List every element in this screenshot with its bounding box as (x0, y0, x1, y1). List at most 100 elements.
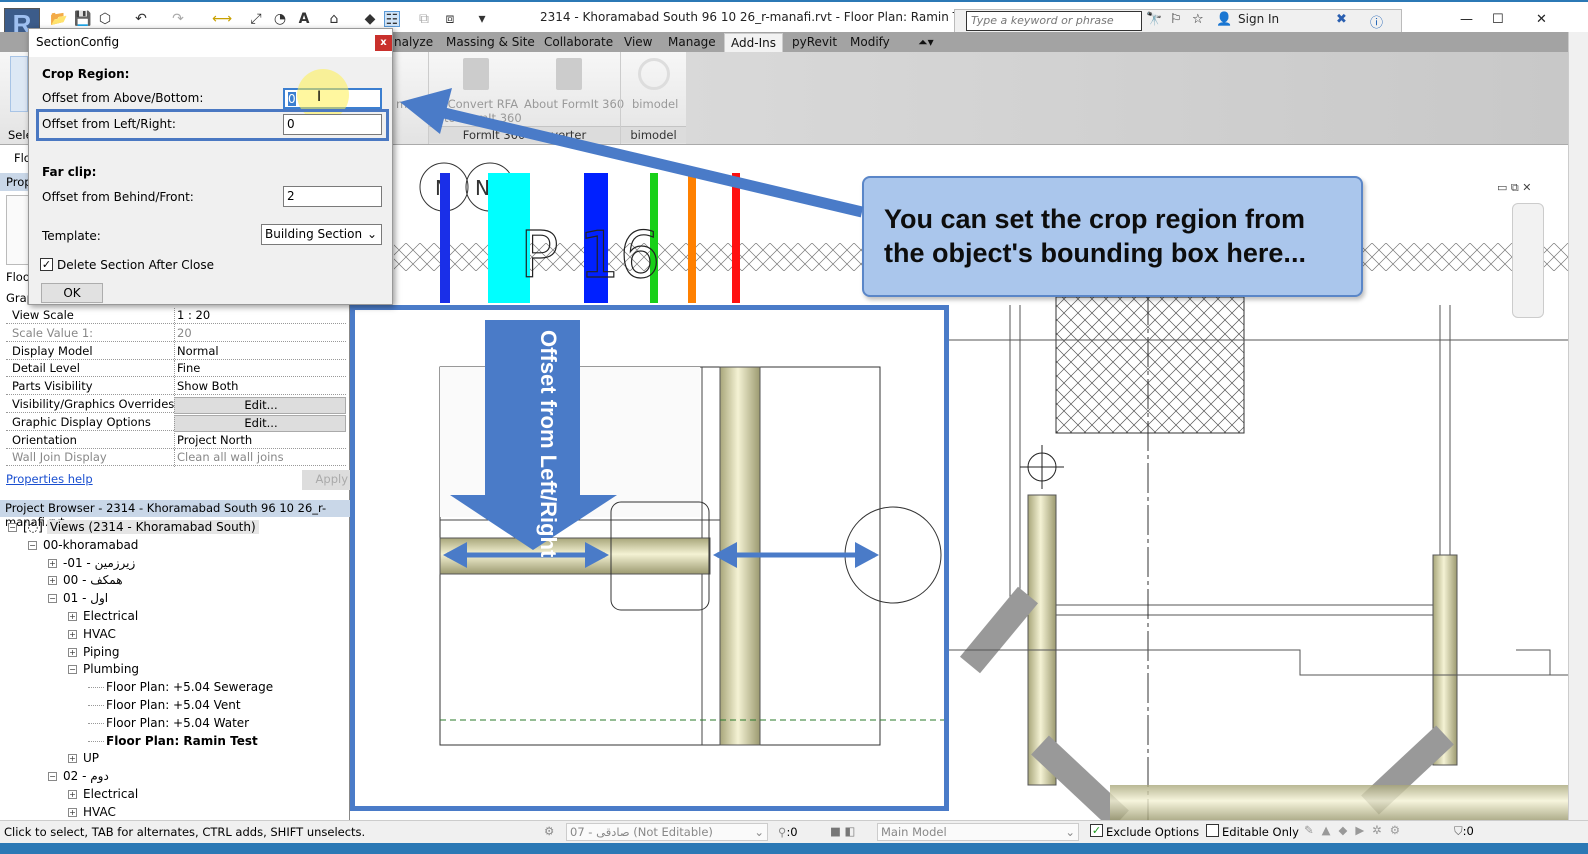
expand-icon[interactable]: + (68, 754, 77, 764)
redo-icon[interactable]: ↷ (170, 11, 186, 27)
tab-add-ins[interactable]: Add-Ins (724, 33, 783, 52)
thin-lines-icon[interactable]: ☷ (384, 11, 400, 28)
tree-item[interactable]: − Plumbing (68, 662, 139, 676)
worksets-icon[interactable]: ⚙ (544, 824, 554, 838)
partial-button-label[interactable]: ment (396, 97, 426, 111)
customize-qat-icon[interactable]: ▾ (474, 11, 490, 27)
tree-item[interactable]: + Piping (68, 645, 119, 659)
open-icon[interactable]: 📂 (50, 11, 67, 27)
tree-item[interactable]: +00 - همکف (48, 573, 123, 587)
tab-collaborate[interactable]: Collaborate (544, 35, 613, 49)
edit-button[interactable]: Edit... (174, 414, 346, 432)
offset-behind-front-label: Offset from Behind/Front: (42, 190, 194, 204)
type-selector-fragment[interactable]: Floo (6, 270, 30, 284)
tree-item[interactable]: + -01 - زیرزمین (48, 556, 135, 570)
design-options-icon[interactable]: ■ ◧ (830, 824, 855, 838)
navigation-bar[interactable] (1512, 203, 1544, 318)
collapse-icon[interactable]: − (48, 594, 57, 604)
filter-count[interactable]: ⛉:0 (1454, 824, 1474, 839)
template-select[interactable]: Building Section ⌄ (261, 224, 382, 245)
section-icon[interactable]: ◆ (362, 11, 378, 27)
status-hint: Click to select, TAB for alternates, CTR… (4, 825, 366, 839)
view-window-controls[interactable]: ▭ ⧉ ✕ (1497, 181, 1531, 195)
about-formit-button[interactable]: About FormIt 360 (524, 97, 624, 111)
tree-item[interactable]: −01 - اول (48, 591, 108, 605)
exchange-apps-icon[interactable]: ✖ (1336, 12, 1347, 27)
editable-only-checkbox[interactable] (1206, 824, 1219, 837)
ribbon-minimize-icon[interactable]: ⏶▾ (918, 35, 934, 50)
tab-massing-site[interactable]: Massing & Site (446, 35, 535, 49)
tree-item[interactable]: + HVAC (68, 805, 116, 819)
expand-icon[interactable]: + (68, 807, 77, 817)
collapse-icon[interactable]: − (48, 772, 57, 782)
tree-item[interactable]: Floor Plan: Ramin Test (88, 734, 258, 748)
delete-section-checkbox[interactable]: ✓ (40, 258, 53, 271)
tree-item[interactable]: Floor Plan: +5.04 Vent (88, 698, 241, 712)
tag-icon[interactable]: ◔ (272, 11, 288, 27)
collapse-icon[interactable]: − (28, 540, 37, 550)
maximize-button[interactable]: ☐ (1492, 12, 1504, 27)
tree-item[interactable]: + HVAC (68, 627, 116, 641)
tree-item[interactable]: −00-khoramabad (28, 538, 138, 552)
tree-item[interactable]: − [◌] Views (2314 - Khoramabad South) (8, 520, 259, 534)
selection-toggles-icon[interactable]: ✎▲◆▶✲⚙ (1304, 823, 1408, 837)
sign-in-button[interactable]: Sign In (1238, 12, 1279, 26)
switch-windows-icon[interactable]: ⧈ (442, 11, 458, 27)
expand-icon[interactable]: + (68, 629, 77, 639)
help-icon[interactable]: ⓘ (1370, 12, 1383, 31)
expand-icon[interactable]: + (48, 558, 57, 568)
tab-pyrevit[interactable]: pyRevit (792, 35, 837, 49)
convert-rfa-button[interactable]: Convert RFA to FormIt 360 (444, 97, 522, 125)
tree-item-label: 00-khoramabad (43, 537, 139, 552)
edit-button[interactable]: Edit... (174, 397, 346, 414)
template-label: Template: (42, 229, 101, 243)
dialog-close-button[interactable]: x (375, 35, 392, 51)
collapse-icon[interactable]: − (8, 523, 17, 532)
tree-item[interactable]: + UP (68, 751, 99, 765)
design-option-select[interactable]: Main Model ⌄ (877, 823, 1079, 841)
properties-help-link[interactable]: Properties help (6, 472, 93, 486)
exclude-options-checkbox[interactable]: ✓ (1090, 824, 1103, 837)
project-browser-header: Project Browser - 2314 - Khoramabad Sout… (0, 500, 350, 529)
vertical-scrollbar[interactable] (1568, 32, 1588, 820)
expand-icon[interactable]: + (68, 790, 77, 799)
tree-item[interactable]: + Electrical (68, 787, 138, 801)
tab-manage[interactable]: Manage (668, 35, 716, 49)
offset-behind-front-input[interactable]: 2 (283, 186, 382, 207)
property-value[interactable]: 1 : 20 (174, 308, 346, 325)
property-name: Parts Visibility (12, 379, 93, 394)
tab-analyze[interactable]: nalyze (394, 35, 433, 49)
tab-modify[interactable]: Modify (850, 35, 890, 49)
user-icon[interactable]: 👤 (1216, 12, 1232, 27)
undo-icon[interactable]: ↶ (133, 11, 149, 27)
close-button[interactable]: ✕ (1536, 12, 1547, 27)
apply-button[interactable]: Apply (302, 470, 350, 490)
tab-view[interactable]: View (624, 35, 652, 49)
sync-icon[interactable]: ⬡ (97, 11, 113, 27)
save-icon[interactable]: 💾 (74, 11, 91, 27)
search-input[interactable]: Type a keyword or phrase (966, 11, 1142, 31)
favorites-star-icon[interactable]: ☆ (1192, 12, 1204, 27)
tree-item[interactable]: Floor Plan: +5.04 Water (88, 716, 249, 730)
collapse-icon[interactable]: − (68, 665, 77, 675)
tree-item[interactable]: −02 - دوم (48, 769, 109, 783)
3d-view-icon[interactable]: ⌂ (326, 11, 342, 27)
measure-icon[interactable]: ⟷ (212, 11, 232, 27)
workset-select[interactable]: 07 - صادقی (Not Editable) ⌄ (566, 823, 768, 841)
text-icon[interactable]: A (296, 11, 312, 27)
close-hidden-icon[interactable]: ⧉ (416, 11, 432, 27)
property-name: View Scale (12, 308, 74, 322)
dimension-icon[interactable]: ⤢ (248, 11, 264, 27)
minimize-button[interactable]: — (1460, 12, 1473, 27)
binoculars-icon[interactable]: 🔭 (1146, 12, 1162, 27)
tree-item[interactable]: + Electrical (68, 609, 138, 623)
bimodel-button[interactable]: bimodel (632, 97, 678, 111)
ok-button[interactable]: OK (41, 283, 103, 303)
modify-button[interactable] (10, 56, 28, 112)
editing-requests-count[interactable]: ⚲:0 (778, 825, 798, 839)
expand-icon[interactable]: + (68, 612, 77, 621)
expand-icon[interactable]: + (68, 647, 77, 657)
subscription-icon[interactable]: ⚐ (1170, 12, 1182, 27)
tree-item[interactable]: Floor Plan: +5.04 Sewerage (88, 680, 273, 694)
expand-icon[interactable]: + (48, 576, 57, 586)
